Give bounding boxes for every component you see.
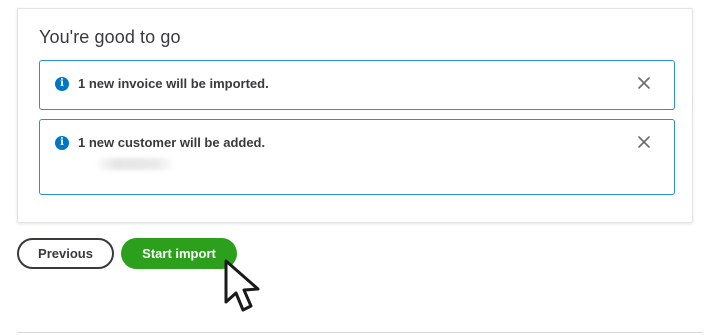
info-icon: i [55, 136, 69, 150]
redacted-customer-name [95, 158, 175, 170]
previous-button[interactable]: Previous [17, 238, 114, 269]
info-icon: i [55, 77, 69, 91]
mouse-pointer-icon [224, 259, 260, 312]
customer-notice-text: 1 new customer will be added. [78, 135, 266, 150]
import-page: You're good to go i 1 new invoice will b… [0, 0, 720, 335]
close-icon[interactable] [636, 134, 652, 150]
customer-notice: i 1 new customer will be added. [39, 119, 675, 195]
card-title: You're good to go [39, 27, 181, 47]
import-summary-card: You're good to go i 1 new invoice will b… [17, 8, 693, 223]
invoice-notice-text: 1 new invoice will be imported. [78, 76, 269, 91]
close-icon[interactable] [636, 75, 652, 91]
start-import-button[interactable]: Start import [121, 238, 237, 269]
invoice-notice: i 1 new invoice will be imported. [39, 60, 675, 110]
section-divider [17, 332, 703, 333]
